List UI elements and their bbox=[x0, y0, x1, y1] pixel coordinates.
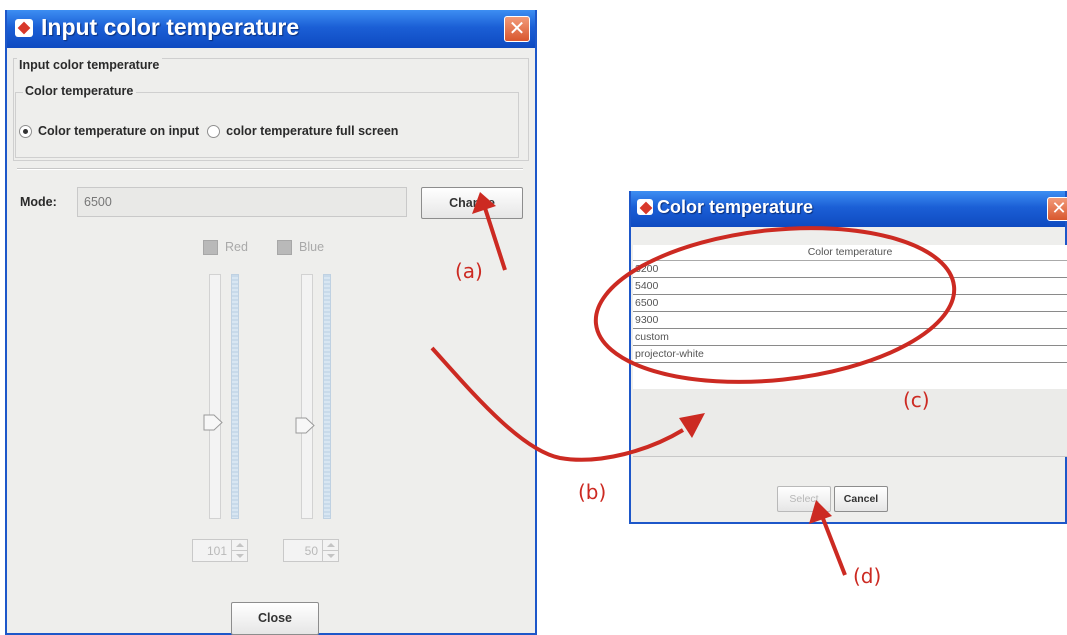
annotation-label-a: (a) bbox=[455, 259, 483, 283]
annotation-label-d: (d) bbox=[853, 564, 882, 588]
annotation-label-b: (b) bbox=[578, 480, 607, 504]
annotation-overlay bbox=[430, 192, 957, 576]
annotation-arrow-d bbox=[809, 500, 847, 576]
annotation-label-c: (c) bbox=[903, 388, 930, 412]
annotation-ellipse-c bbox=[593, 226, 957, 384]
annotation-arrow-b bbox=[430, 346, 705, 462]
